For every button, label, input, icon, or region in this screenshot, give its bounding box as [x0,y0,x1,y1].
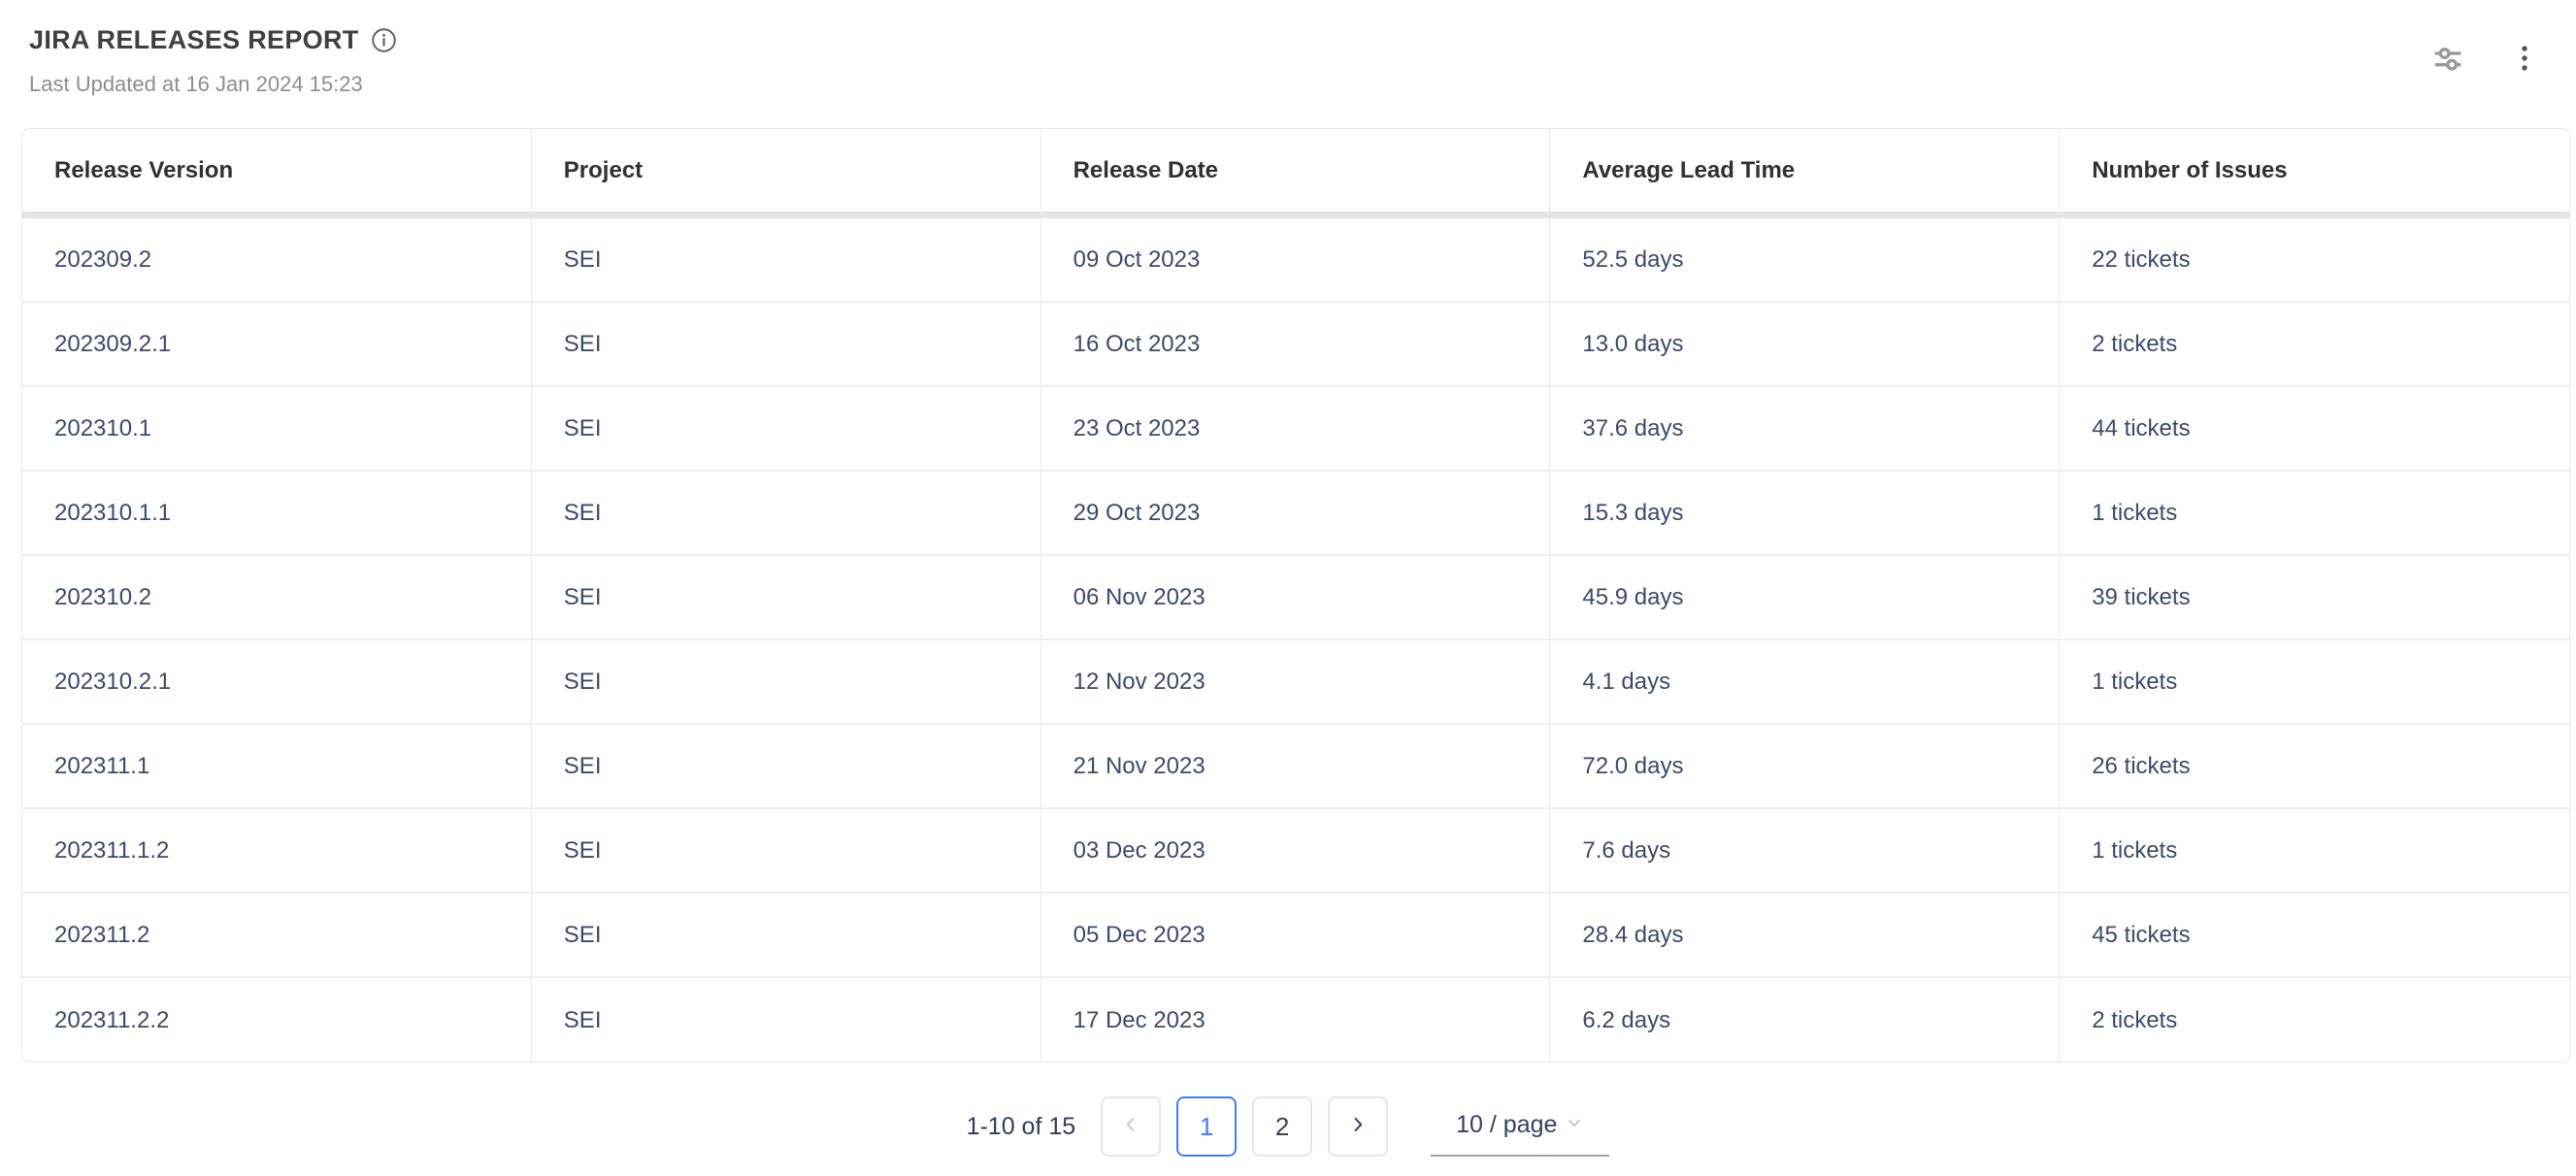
cell-release-version: 202310.2 [22,556,532,640]
cell-average-lead-time: 45.9 days [1550,556,2060,640]
cell-release-version: 202310.2.1 [22,640,532,725]
cell-average-lead-time: 7.6 days [1550,809,2060,894]
prev-page-button[interactable] [1101,1096,1161,1157]
column-header-number-of-issues: Number of Issues [2060,129,2569,218]
cell-average-lead-time: 37.6 days [1550,387,2060,472]
cell-number-of-issues: 26 tickets [2060,725,2569,809]
cell-project: SEI [532,387,1041,472]
cell-project: SEI [532,725,1041,809]
cell-project: SEI [532,640,1041,725]
cell-average-lead-time: 52.5 days [1550,218,2060,303]
cell-number-of-issues: 22 tickets [2060,218,2569,303]
cell-release-date: 09 Oct 2023 [1041,218,1551,303]
cell-project: SEI [532,218,1041,303]
cell-release-version: 202309.2 [22,218,532,303]
kebab-menu-icon[interactable] [2508,42,2541,75]
cell-number-of-issues: 1 tickets [2060,809,2569,894]
sliders-settings-icon[interactable] [2428,39,2467,78]
cell-release-version: 202310.1 [22,387,532,472]
cell-release-date: 03 Dec 2023 [1041,809,1551,894]
cell-release-date: 21 Nov 2023 [1041,725,1551,809]
cell-release-version: 202309.2.1 [22,303,532,387]
cell-number-of-issues: 2 tickets [2060,978,2569,1062]
cell-release-date: 12 Nov 2023 [1041,640,1551,725]
releases-table-grid: Release Version Project Release Date Ave… [22,129,2569,1062]
page-title: JIRA RELEASES REPORT [29,25,359,55]
table-row[interactable]: 202309.2 SEI 09 Oct 2023 52.5 days 22 ti… [22,218,2569,303]
table-body: 202309.2 SEI 09 Oct 2023 52.5 days 22 ti… [22,218,2569,1062]
pagination: 1-10 of 15 1 2 10 / page [0,1093,2576,1160]
cell-number-of-issues: 45 tickets [2060,894,2569,978]
table-row[interactable]: 202310.2 SEI 06 Nov 2023 45.9 days 39 ti… [22,556,2569,640]
table-row[interactable]: 202309.2.1 SEI 16 Oct 2023 13.0 days 2 t… [22,303,2569,387]
page-size-label: 10 / page [1456,1111,1557,1139]
cell-average-lead-time: 4.1 days [1550,640,2060,725]
column-header-release-version: Release Version [22,129,532,218]
chevron-right-icon [1347,1112,1369,1142]
cell-release-date: 16 Oct 2023 [1041,303,1551,387]
cell-project: SEI [532,978,1041,1062]
table-row[interactable]: 202310.1 SEI 23 Oct 2023 37.6 days 44 ti… [22,387,2569,472]
cell-release-date: 06 Nov 2023 [1041,556,1551,640]
cell-average-lead-time: 13.0 days [1550,303,2060,387]
releases-table: Release Version Project Release Date Ave… [21,128,2570,1062]
cell-number-of-issues: 1 tickets [2060,472,2569,556]
cell-release-date: 17 Dec 2023 [1041,978,1551,1062]
chevron-left-icon [1120,1112,1141,1142]
page-size-select[interactable]: 10 / page [1431,1097,1609,1157]
cell-project: SEI [532,556,1041,640]
cell-number-of-issues: 2 tickets [2060,303,2569,387]
next-page-button[interactable] [1328,1096,1388,1157]
table-row[interactable]: 202310.1.1 SEI 29 Oct 2023 15.3 days 1 t… [22,472,2569,556]
header-actions [2428,39,2541,78]
table-row[interactable]: 202311.2.2 SEI 17 Dec 2023 6.2 days 2 ti… [22,978,2569,1062]
table-row[interactable]: 202310.2.1 SEI 12 Nov 2023 4.1 days 1 ti… [22,640,2569,725]
cell-release-version: 202311.1 [22,725,532,809]
cell-number-of-issues: 1 tickets [2060,640,2569,725]
cell-release-date: 05 Dec 2023 [1041,894,1551,978]
table-row[interactable]: 202311.2 SEI 05 Dec 2023 28.4 days 45 ti… [22,894,2569,978]
last-updated-label: Last Updated at 16 Jan 2024 15:23 [29,72,363,97]
widget-header: JIRA RELEASES REPORT Last Updated at 16 … [0,0,2576,126]
table-header-row: Release Version Project Release Date Ave… [22,129,2569,218]
cell-average-lead-time: 15.3 days [1550,472,2060,556]
page-button-2[interactable]: 2 [1252,1096,1312,1157]
column-header-project: Project [532,129,1041,218]
cell-number-of-issues: 44 tickets [2060,387,2569,472]
chevron-down-icon [1565,1113,1584,1137]
cell-project: SEI [532,809,1041,894]
info-icon[interactable] [371,27,397,53]
cell-number-of-issues: 39 tickets [2060,556,2569,640]
cell-release-version: 202311.2.2 [22,978,532,1062]
cell-release-version: 202311.1.2 [22,809,532,894]
cell-average-lead-time: 28.4 days [1550,894,2060,978]
cell-release-version: 202311.2 [22,894,532,978]
cell-project: SEI [532,472,1041,556]
cell-average-lead-time: 6.2 days [1550,978,2060,1062]
column-header-average-lead-time: Average Lead Time [1550,129,2060,218]
table-row[interactable]: 202311.1.2 SEI 03 Dec 2023 7.6 days 1 ti… [22,809,2569,894]
page-button-1[interactable]: 1 [1176,1096,1237,1157]
column-header-release-date: Release Date [1041,129,1551,218]
cell-release-version: 202310.1.1 [22,472,532,556]
cell-average-lead-time: 72.0 days [1550,725,2060,809]
jira-releases-report-widget: JIRA RELEASES REPORT Last Updated at 16 … [0,0,2576,1176]
cell-project: SEI [532,894,1041,978]
cell-release-date: 29 Oct 2023 [1041,472,1551,556]
pagination-range-label: 1-10 of 15 [967,1113,1076,1141]
table-row[interactable]: 202311.1 SEI 21 Nov 2023 72.0 days 26 ti… [22,725,2569,809]
cell-release-date: 23 Oct 2023 [1041,387,1551,472]
cell-project: SEI [532,303,1041,387]
